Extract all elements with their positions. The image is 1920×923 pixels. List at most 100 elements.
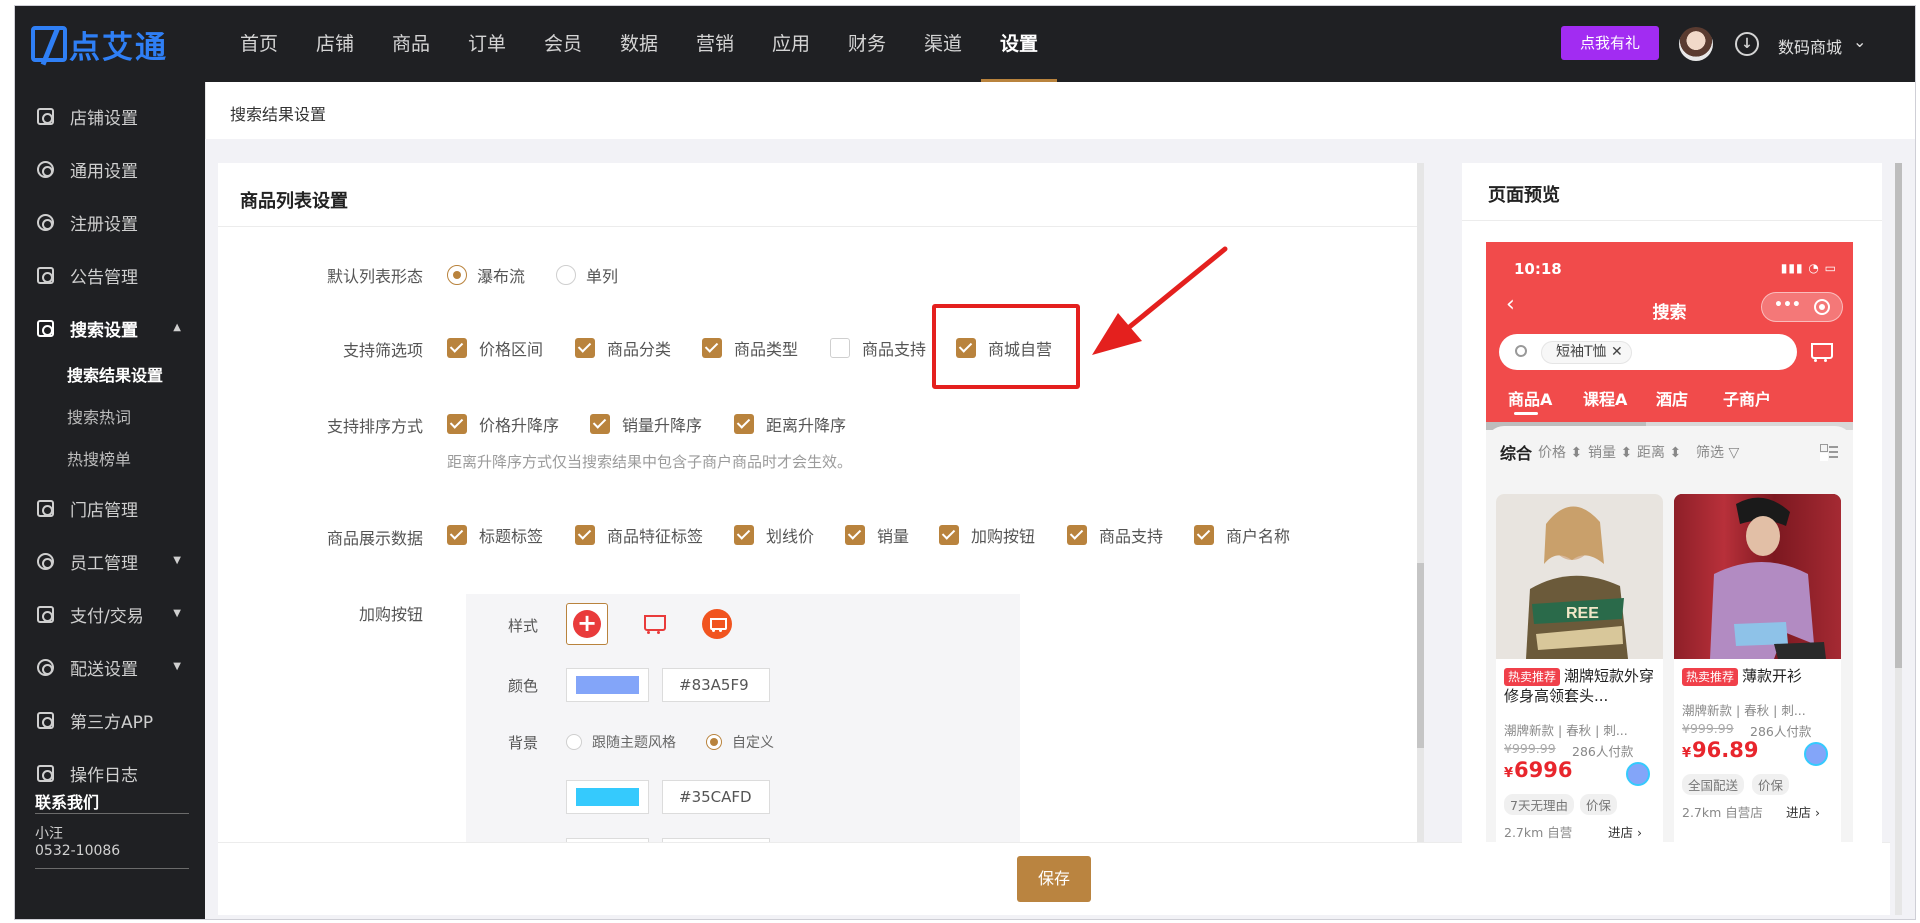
product-price: ¥6996 [1504,758,1573,782]
preview-title: 页面预览 [1488,185,1560,206]
download-icon[interactable]: ↓ [1735,32,1759,56]
color-hex-input[interactable]: #83A5F9 [662,668,770,702]
checkbox-icon [734,414,754,434]
radio-waterfall[interactable]: 瀑布流 [447,263,525,287]
nav-members[interactable]: 会员 [525,6,601,82]
checkbox-label: 商品支持 [862,340,927,359]
merchant-meta: 2.7km 自营店 [1682,805,1763,820]
nav-home[interactable]: 首页 [221,6,297,82]
checkbox-sort-distance[interactable]: 距离升降序 [734,412,846,436]
logo[interactable]: 点艾通 [31,24,168,66]
nav-orders[interactable]: 订单 [449,6,525,82]
paid-count: 286人付款 [1750,724,1812,739]
checkbox-goods-support[interactable]: 商品支持 [830,336,926,360]
highlight-box [932,304,1080,389]
sidebar-item-staff[interactable]: 员工管理 ▼ [15,535,205,587]
sort-price: 价格 ⬍ [1538,445,1583,461]
checkbox-sort-sales[interactable]: 销量升降序 [590,412,702,436]
checkbox-merchant-name[interactable]: 商户名称 [1194,523,1290,547]
sidebar-item-search-settings[interactable]: 搜索设置 ▲ [15,302,205,354]
chevron-down-icon: ▼ [173,661,181,672]
checkbox-icon [447,525,467,545]
sidebar-sub-hot-list[interactable]: 热搜榜单 [15,440,205,480]
sidebar-item-third-party-app[interactable]: 第三方APP [15,694,205,746]
checkbox-icon [575,338,595,358]
radio-label: 单列 [586,267,619,286]
page-scrollbar[interactable] [1895,163,1902,915]
checkbox-price-range[interactable]: 价格区间 [447,336,543,360]
radio-bg-theme[interactable]: 跟随主题风格 [566,732,676,752]
checkbox-display-support[interactable]: 商品支持 [1067,523,1163,547]
color-swatch-fill [576,676,639,694]
chevron-up-icon: ▲ [173,322,181,333]
product-card: REE 热卖推荐 潮牌短款外穿修身高领套头... 潮牌新款 | 春秋 | 刺...… [1496,494,1663,842]
bg-hex-input[interactable]: #35CAFD [662,780,770,814]
sort-distance: 距离 ⬍ [1637,445,1682,461]
bg-color-swatch-fill [576,788,639,806]
checkbox-icon [575,525,595,545]
bg-color-swatch[interactable] [566,780,649,814]
sidebar-sub-hot-words[interactable]: 搜索热词 [15,398,205,438]
checkbox-feature-tag[interactable]: 商品特征标签 [575,523,703,547]
sidebar-item-label: 搜索设置 [70,320,138,341]
style-plus-option[interactable]: + [566,603,608,645]
radio-bg-custom[interactable]: 自定义 [706,732,774,752]
checkbox-sales[interactable]: 销量 [845,523,909,547]
enter-store-text: 进店 [1786,805,1812,820]
save-button[interactable]: 保存 [1017,856,1091,902]
sidebar-item-general-settings[interactable]: 通用设置 [15,143,205,195]
sidebar-item-announcements[interactable]: 公告管理 [15,249,205,301]
list-layout-icon [1820,443,1838,461]
sidebar-item-store-settings[interactable]: 店铺设置 [15,90,205,142]
radio-label: 自定义 [732,735,774,751]
strike-price: ¥999.99 [1682,721,1734,736]
style-cart-outline-option[interactable] [633,603,675,645]
checkbox-icon [830,338,850,358]
checkbox-sort-price[interactable]: 价格升降序 [447,412,559,436]
checkbox-strike-price[interactable]: 划线价 [734,523,814,547]
shop-switcher[interactable]: 数码商城 [1778,34,1842,58]
checkbox-label: 商品分类 [607,340,672,359]
nav-goods[interactable]: 商品 [373,6,449,82]
svg-text:REE: REE [1566,605,1599,622]
gift-button[interactable]: 点我有礼 [1561,26,1659,60]
staff-icon [37,552,54,570]
style-cart-filled-option[interactable] [696,603,738,645]
chevron-down-icon[interactable]: ⌄ [1853,32,1866,51]
cart-icon [1806,338,1836,366]
checkbox-cart-button[interactable]: 加购按钮 [939,523,1035,547]
bg-label: 背景 [508,734,539,752]
more-icon: ••• [1774,297,1801,313]
sidebar-item-label: 配送设置 [70,659,138,680]
nav-store[interactable]: 店铺 [297,6,373,82]
sidebar-item-register-settings[interactable]: 注册设置 [15,196,205,248]
sidebar-sub-search-results[interactable]: 搜索结果设置 [15,356,205,396]
nav-data[interactable]: 数据 [601,6,677,82]
checkbox-category[interactable]: 商品分类 [575,336,671,360]
nav-apps[interactable]: 应用 [753,6,829,82]
settings-scrollbar[interactable] [1417,163,1424,915]
scrollbar-thumb[interactable] [1895,163,1902,668]
color-swatch[interactable] [566,668,649,702]
price-value: 96.89 [1692,738,1759,762]
cart-button-label: 加购按钮 [358,605,423,624]
product-name: 热卖推荐 薄款开衫 [1682,666,1836,686]
sidebar-item-delivery[interactable]: 配送设置 ▼ [15,641,205,693]
sidebar-item-stores[interactable]: 门店管理 [15,482,205,534]
contact-title: 联系我们 [35,793,100,812]
radio-single-column[interactable]: 单列 [556,263,618,287]
contact-name: 小汪 [35,826,63,842]
nav-finance[interactable]: 财务 [829,6,905,82]
checkbox-title-tag[interactable]: 标题标签 [447,523,543,547]
nav-settings[interactable]: 设置 [981,6,1057,82]
checkbox-icon [845,525,865,545]
checkbox-goods-type[interactable]: 商品类型 [702,336,798,360]
checkbox-label: 商品类型 [734,340,799,359]
merchant-meta: 2.7km 自营 [1504,825,1573,840]
phone-tab-goods: 商品A [1508,390,1553,409]
nav-marketing[interactable]: 营销 [677,6,753,82]
sidebar-item-payment[interactable]: 支付/交易 ▼ [15,588,205,640]
avatar[interactable] [1679,27,1713,61]
nav-channels[interactable]: 渠道 [905,6,981,82]
scrollbar-thumb[interactable] [1417,563,1424,748]
